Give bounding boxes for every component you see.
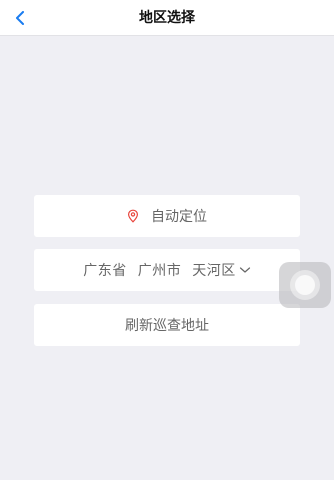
chevron-left-icon: [16, 11, 24, 25]
region-selector[interactable]: 广东省 广州市 天河区: [34, 249, 300, 291]
back-button[interactable]: [8, 6, 32, 30]
auto-locate-button[interactable]: 自动定位: [34, 195, 300, 237]
refresh-address-label: 刷新巡查地址: [125, 318, 209, 334]
assistive-touch-button[interactable]: [279, 262, 331, 308]
refresh-address-button[interactable]: 刷新巡查地址: [34, 304, 300, 346]
assistive-touch-icon: [290, 270, 320, 300]
region-district: 天河区: [192, 263, 236, 279]
chevron-down-icon: [239, 266, 251, 274]
region-text: 广东省 广州市 天河区: [83, 260, 235, 280]
nav-bar: 地区选择: [0, 0, 334, 36]
page-title: 地区选择: [139, 10, 195, 26]
region-province: 广东省: [83, 263, 127, 279]
auto-locate-label: 自动定位: [151, 209, 207, 225]
location-pin-icon: [127, 209, 139, 223]
region-city: 广州市: [137, 263, 182, 279]
